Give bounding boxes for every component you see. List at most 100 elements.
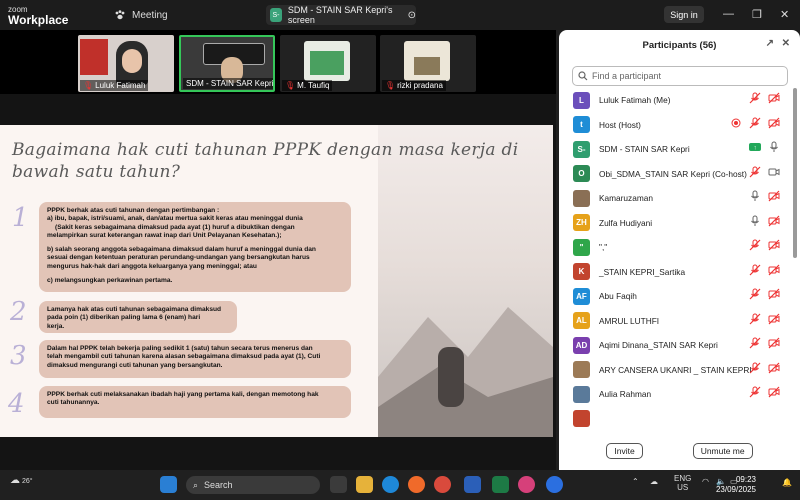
pop-out-icon[interactable]: ↗ — [766, 38, 774, 49]
item-line: a) ibu, bapak, istri/suami, anak, dan/at… — [47, 215, 303, 223]
video-off-icon[interactable] — [768, 263, 780, 281]
mic-muted-icon[interactable] — [749, 312, 761, 330]
mic-icon[interactable] — [749, 214, 761, 232]
unmute-me-button[interactable]: Unmute me — [692, 443, 753, 459]
mic-icon[interactable] — [768, 140, 780, 158]
more-icon[interactable]: ⊙ — [408, 10, 416, 21]
app-icon[interactable] — [518, 476, 535, 493]
participant-row[interactable]: ARY CANSERA UKANRI _ STAIN KEPRI — [559, 358, 792, 383]
participant-row[interactable]: " "," — [559, 235, 792, 260]
participant-status-icons — [749, 165, 780, 183]
screen-share-indicator[interactable]: S- SDM - STAIN SAR Kepri's screen ⊙ — [266, 5, 416, 25]
avatar: " — [573, 238, 590, 256]
participant-row[interactable]: Aulia Rahman — [559, 382, 792, 407]
search-icon — [578, 71, 588, 81]
language-indicator[interactable]: ENG US — [674, 474, 691, 492]
mic-muted-icon[interactable] — [749, 165, 761, 183]
participant-row[interactable]: ZH Zulfa Hudiyani — [559, 211, 792, 236]
mic-muted-icon[interactable] — [749, 91, 761, 109]
mic-muted-icon[interactable] — [749, 385, 761, 403]
video-off-icon[interactable] — [768, 336, 780, 354]
participant-row[interactable]: t Host (Host) — [559, 113, 792, 138]
word-icon[interactable] — [464, 476, 481, 493]
participant-row[interactable]: K _STAIN KEPRI_Sartika — [559, 260, 792, 285]
taskbar-search[interactable]: ⌕ Search — [186, 476, 320, 494]
chrome-icon[interactable] — [434, 476, 451, 493]
avatar: AD — [573, 336, 590, 354]
video-thumb-taufiq[interactable]: 🎙 M. Taufiq — [280, 35, 376, 92]
item-number: 3 — [10, 341, 27, 371]
mic-muted-icon[interactable] — [749, 263, 761, 281]
avatar: t — [573, 116, 590, 134]
video-off-icon[interactable] — [768, 189, 780, 207]
video-off-icon[interactable] — [768, 214, 780, 232]
participant-row[interactable]: O Obi_SDMA_STAIN SAR Kepri (Co-host) — [559, 162, 792, 187]
share-badge-icon[interactable]: ↑ — [749, 140, 761, 158]
video-off-icon[interactable] — [768, 116, 780, 134]
video-thumb-rizki[interactable]: 🎙 rizki pradana — [380, 35, 476, 92]
participant-search[interactable]: Find a participant — [572, 66, 788, 86]
invite-button[interactable]: Invite — [606, 443, 643, 459]
participant-list: L Luluk Fatimah (Me) t Host (Host) S- SDM - S… — [559, 88, 792, 460]
video-off-icon[interactable] — [768, 361, 780, 379]
close-panel-icon[interactable]: ✕ — [782, 38, 790, 49]
video-off-icon[interactable] — [768, 287, 780, 305]
item-number: 1 — [12, 203, 29, 233]
up-arrow-icon[interactable]: ⌃ — [632, 477, 639, 486]
video-icon[interactable] — [768, 165, 780, 183]
participant-row[interactable] — [559, 407, 792, 432]
meeting-tab[interactable]: Meeting — [114, 9, 168, 21]
video-label-text: rizki pradana — [397, 81, 443, 90]
participant-name: ARY CANSERA UKANRI _ STAIN KEPRI — [599, 364, 752, 375]
notification-icon[interactable]: 🔔 — [782, 478, 792, 487]
participant-status-icons — [749, 189, 780, 207]
minimize-icon[interactable]: — — [723, 8, 734, 20]
start-icon[interactable] — [160, 476, 177, 493]
edge-icon[interactable] — [382, 476, 399, 493]
participant-row[interactable]: Kamaruzaman — [559, 186, 792, 211]
lang-bottom: US — [677, 483, 689, 492]
task-view-icon[interactable] — [330, 476, 347, 493]
wifi-icon[interactable]: ◠ — [702, 477, 709, 486]
sign-in-button[interactable]: Sign in — [664, 6, 704, 23]
mic-muted-icon[interactable] — [749, 238, 761, 256]
participant-row[interactable]: AF Abu Faqih — [559, 284, 792, 309]
mic-muted-icon[interactable] — [749, 287, 761, 305]
record-icon[interactable] — [730, 116, 742, 134]
cloud-sync-icon[interactable]: ☁ — [650, 477, 658, 486]
zoom-icon[interactable] — [546, 476, 563, 493]
maximize-icon[interactable]: ❐ — [752, 8, 762, 21]
clock[interactable]: 09:23 23/09/2025 — [716, 475, 756, 495]
excel-icon[interactable] — [492, 476, 509, 493]
avatar — [573, 361, 590, 379]
item-box-4: PPPK berhak cuti melaksanakan ibadah haj… — [39, 386, 351, 418]
item-line: melampirkan surat keterangan rawat inap … — [47, 231, 282, 239]
mic-muted-icon[interactable] — [749, 336, 761, 354]
participant-row[interactable]: S- SDM - STAIN SAR Kepri ↑ — [559, 137, 792, 162]
video-thumb-sdm[interactable]: SDM - STAIN SAR Kepri — [179, 35, 275, 92]
item-box-2: Lamanya hak atas cuti tahunan sebagaiman… — [39, 301, 237, 333]
participant-status-icons — [749, 91, 780, 109]
mic-icon[interactable] — [749, 189, 761, 207]
mic-muted-icon[interactable] — [749, 116, 761, 134]
weather-widget[interactable]: ☁ 26° — [10, 475, 33, 486]
participant-row[interactable]: AL AMRUL LUTHFI — [559, 309, 792, 334]
participant-name: Host (Host) — [599, 119, 641, 130]
mic-muted-icon[interactable] — [749, 361, 761, 379]
participant-row[interactable]: AD Aqimi Dinana_STAIN SAR Kepri — [559, 333, 792, 358]
file-explorer-icon[interactable] — [356, 476, 373, 493]
participant-name: _STAIN KEPRI_Sartika — [599, 266, 686, 277]
video-off-icon[interactable] — [768, 91, 780, 109]
video-thumb-luluk[interactable]: 🎙 Luluk Fatimah — [78, 35, 174, 92]
video-off-icon[interactable] — [768, 238, 780, 256]
video-label: 🎙 M. Taufiq — [282, 80, 333, 91]
firefox-icon[interactable] — [408, 476, 425, 493]
video-off-icon[interactable] — [768, 385, 780, 403]
share-badge: S- — [270, 8, 282, 22]
svg-text:↑: ↑ — [754, 146, 757, 152]
participant-status-icons — [749, 238, 780, 256]
participant-scrollbar[interactable] — [793, 88, 797, 258]
participant-row[interactable]: L Luluk Fatimah (Me) — [559, 88, 792, 113]
video-off-icon[interactable] — [768, 312, 780, 330]
close-icon[interactable]: ✕ — [780, 8, 789, 21]
